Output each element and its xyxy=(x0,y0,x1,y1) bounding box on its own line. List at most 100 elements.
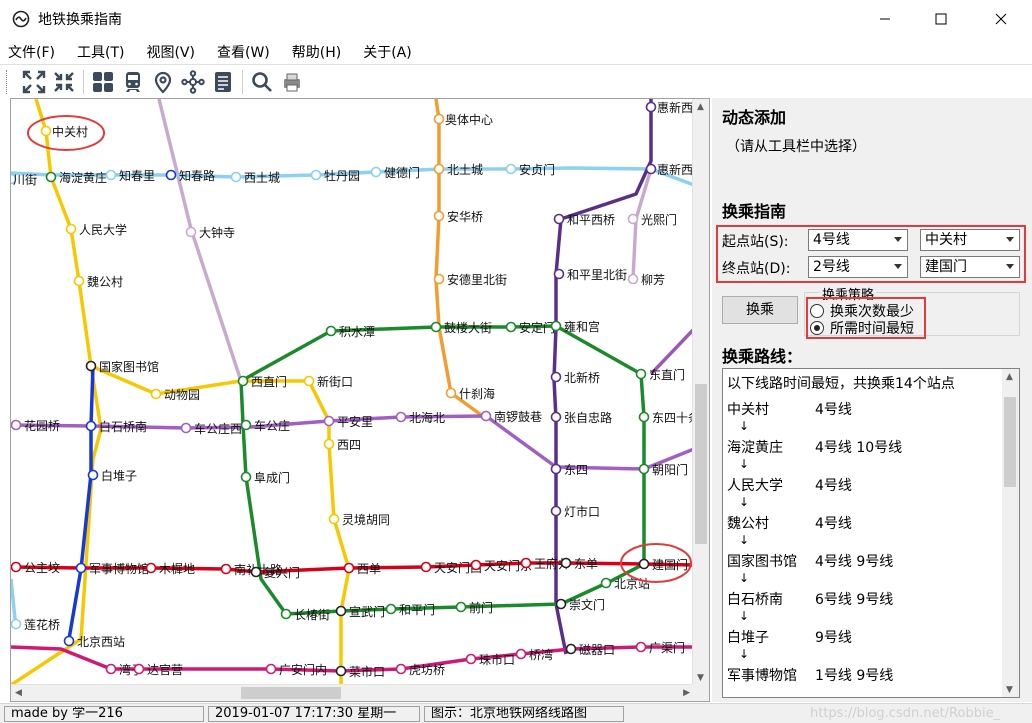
station-label: 新街口 xyxy=(317,374,353,389)
station-marker xyxy=(430,321,442,333)
route-station: 魏公村 xyxy=(727,516,769,532)
station-label: 川街 xyxy=(13,173,37,187)
station-label: 东单 xyxy=(574,557,598,571)
menu-file[interactable]: 文件(F) xyxy=(8,42,55,62)
menu-tools[interactable]: 工具(T) xyxy=(77,42,124,62)
station-label: 健德门 xyxy=(384,165,420,180)
station-marker xyxy=(645,101,657,113)
route-station: 中关村 xyxy=(727,402,769,418)
menu-about[interactable]: 关于(A) xyxy=(363,42,412,62)
end-station-value: 建国门 xyxy=(925,259,967,275)
map-vertical-scrollbar[interactable]: ▲ ▼ xyxy=(692,99,709,685)
station-marker xyxy=(635,641,647,653)
print-button[interactable] xyxy=(277,68,307,96)
station-marker xyxy=(265,663,277,675)
location-button[interactable] xyxy=(148,68,178,96)
train-button[interactable] xyxy=(118,68,148,96)
document-button[interactable] xyxy=(208,68,238,96)
collapse-button[interactable] xyxy=(49,68,79,96)
scroll-right-icon[interactable]: ▶ xyxy=(683,688,690,698)
station-label: 牡丹园 xyxy=(324,168,360,183)
end-line-select[interactable]: 2号线 xyxy=(808,256,908,278)
station-label: 安贞门 xyxy=(519,162,555,177)
end-station-label: 终点站(D): xyxy=(722,261,791,277)
search-button[interactable] xyxy=(247,68,277,96)
chevron-down-icon xyxy=(894,264,902,269)
minimize-button[interactable] xyxy=(862,0,908,38)
end-station-select[interactable]: 建国门 xyxy=(920,256,1020,278)
close-button[interactable] xyxy=(978,0,1024,38)
menu-look[interactable]: 查看(W) xyxy=(217,42,270,62)
station-marker xyxy=(455,601,467,613)
status-datetime: 2019-01-07 17:17:30 星期一 xyxy=(208,706,420,722)
station-marker xyxy=(480,410,492,422)
station-marker xyxy=(433,273,445,285)
station-marker xyxy=(240,419,252,431)
station-label: 惠新西 xyxy=(657,162,693,177)
station-marker xyxy=(165,169,177,181)
station-marker xyxy=(65,223,77,235)
chevron-down-icon xyxy=(1006,264,1014,269)
maximize-button[interactable] xyxy=(918,0,964,38)
station-marker xyxy=(550,371,562,383)
station-marker xyxy=(638,411,650,423)
station-label: 魏公村 xyxy=(87,274,123,289)
scroll-thumb[interactable] xyxy=(1004,397,1016,487)
station-label: 车公庄西 xyxy=(194,421,242,436)
grid-button[interactable] xyxy=(88,68,118,96)
metro-line-line9 xyxy=(67,365,95,640)
route-row: 白石桥南 6号线 9号线 xyxy=(727,589,893,609)
menu-help[interactable]: 帮助(H) xyxy=(292,42,341,62)
route-lines: 4号线 xyxy=(815,516,852,532)
station-label: 车公庄 xyxy=(254,418,290,433)
metro-map-view[interactable]: 中关村 奥体中心 惠新西 川街 海淀黄庄 知春里 知春路 西土城 牡丹园 健德门 北土城 安贞门 惠新西… xyxy=(10,98,710,702)
route-station: 国家图书馆 xyxy=(727,554,797,570)
scroll-down-icon[interactable]: ▼ xyxy=(1006,685,1013,695)
network-button[interactable] xyxy=(178,68,208,96)
status-bar: made by 学一216 2019-01-07 17:17:30 星期一 图示… xyxy=(0,703,1032,723)
station-label: 北新桥 xyxy=(564,370,600,385)
train-icon xyxy=(126,71,140,92)
metro-map[interactable]: 中关村奥体中心惠新西川街 海淀黄庄 知春里 知春路 西土城 牡丹园 健德门 北土城 安贞门 惠新西… xyxy=(11,99,694,685)
transfer-guide-title: 换乘指南 xyxy=(722,202,787,221)
radio-shortest-time[interactable]: 所需时间最短 xyxy=(810,318,914,338)
station-marker xyxy=(627,273,639,285)
location-pin-icon xyxy=(154,71,172,94)
map-horizontal-scrollbar[interactable]: ◀ ▶ xyxy=(11,684,694,701)
network-icon xyxy=(181,69,205,94)
station-label: 知春里 xyxy=(119,169,155,183)
station-marker xyxy=(85,360,97,372)
station-label: 北京站 xyxy=(614,577,650,591)
toolbar-grip[interactable] xyxy=(6,69,9,94)
expand-button[interactable] xyxy=(19,68,49,96)
document-icon xyxy=(215,71,231,92)
route-row: 国家图书馆 4号线 9号线 xyxy=(727,551,893,571)
scroll-down-icon[interactable]: ▼ xyxy=(697,673,704,683)
station-marker xyxy=(560,557,572,569)
arrow-down-icon: ↓ xyxy=(739,571,750,585)
start-line-select[interactable]: 4号线 xyxy=(808,229,908,251)
station-label: 长椿街 xyxy=(294,608,330,622)
print-icon xyxy=(284,73,300,91)
station-marker xyxy=(73,275,85,287)
station-label: 东四 xyxy=(564,463,588,477)
route-scrollbar[interactable]: ▲ ▼ xyxy=(1002,369,1019,697)
station-label: 木樨地 xyxy=(159,562,195,576)
menu-view[interactable]: 视图(V) xyxy=(146,42,195,62)
start-station-select[interactable]: 中关村 xyxy=(920,229,1020,251)
route-list[interactable]: 以下线路时间最短，共换乘14个站点 中关村 4号线 ↓ 海淀黄庄 4号线 10号线 ↓ 人民… xyxy=(722,368,1020,698)
station-marker xyxy=(240,471,252,483)
dynamic-add-hint: （请从工具栏中选择） xyxy=(726,139,866,155)
scroll-up-icon[interactable]: ▲ xyxy=(697,102,704,112)
scroll-up-icon[interactable]: ▲ xyxy=(1006,372,1013,382)
station-label: 建国门 xyxy=(652,557,688,572)
scroll-thumb[interactable] xyxy=(241,687,341,699)
station-label: 和平门 xyxy=(399,602,435,617)
station-label: 积水潭 xyxy=(339,325,375,339)
scroll-thumb[interactable] xyxy=(695,384,707,544)
station-label: 宣武门 xyxy=(349,604,385,619)
scroll-left-icon[interactable]: ◀ xyxy=(15,688,22,698)
station-label: 白堆子 xyxy=(101,468,137,483)
transfer-button[interactable]: 换乘 xyxy=(722,296,798,324)
station-marker xyxy=(335,665,347,677)
